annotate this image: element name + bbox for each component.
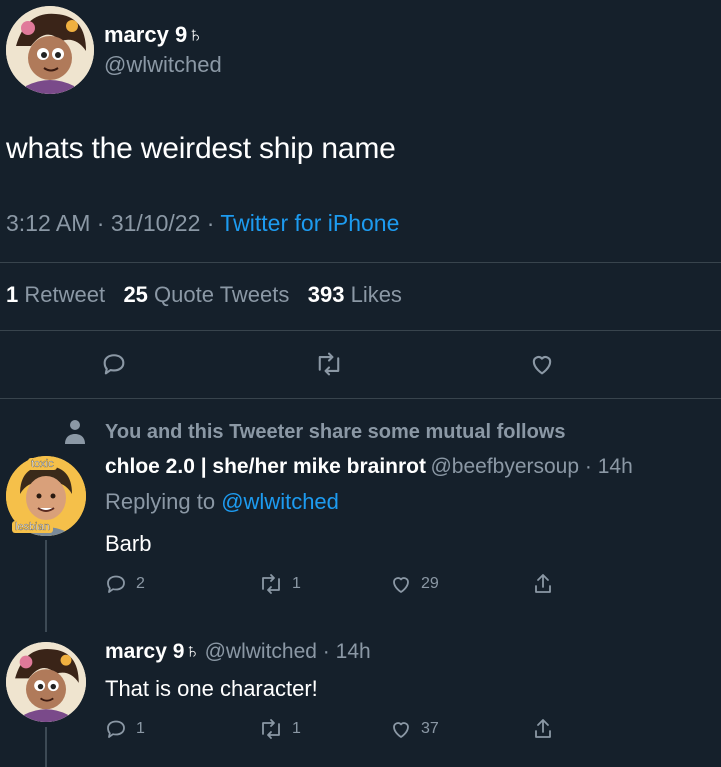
retweet-icon [262, 574, 280, 594]
avatar-label-bottom: lesbian [12, 521, 53, 533]
author-display-name[interactable]: marcy 9♄ [104, 22, 204, 48]
reply1-retweet-count: 1 [292, 575, 301, 592]
reply1-header: chloe 2.0 | she/her mike brainrot @beefb… [105, 455, 633, 479]
divider [0, 398, 721, 399]
author-avatar[interactable] [6, 6, 94, 94]
divider [0, 330, 721, 331]
meta-separator: · [206, 210, 221, 236]
author-handle[interactable]: @wlwitched [104, 52, 222, 78]
reply2-reply-count: 1 [136, 720, 145, 737]
reply1-display-name[interactable]: chloe 2.0 | she/her mike brainrot [105, 455, 426, 478]
tweet-meta: 3:12 AM · 31/10/22 · Twitter for iPhone [6, 210, 399, 237]
tweet-source[interactable]: Twitter for iPhone [220, 210, 399, 236]
reply1-reply-action[interactable]: 2 [104, 572, 145, 596]
reply2-reply-action[interactable]: 1 [104, 717, 145, 741]
reply1-time[interactable]: 14h [598, 455, 633, 478]
like-icon [393, 577, 409, 593]
reply2-display-name[interactable]: marcy 9♄ [105, 640, 200, 663]
reply1-retweet-action[interactable]: 1 [258, 572, 301, 596]
reply2-text: That is one character! [105, 676, 318, 701]
reply1-handle[interactable]: @beefbyersoup [430, 455, 579, 478]
replying-to-handle[interactable]: @wlwitched [221, 489, 339, 514]
reply2-avatar[interactable] [6, 642, 86, 722]
reply1-text: Barb [105, 531, 152, 556]
like-icon [393, 722, 409, 738]
quotes-label: Quote Tweets [154, 282, 290, 307]
mutual-follows-notice: You and this Tweeter share some mutual f… [105, 421, 566, 443]
reply2-handle[interactable]: @wlwitched [205, 640, 317, 663]
replying-to: Replying to @wlwitched [105, 489, 339, 515]
quotes-count: 25 [123, 282, 148, 307]
reply2-retweet-count: 1 [292, 720, 301, 737]
reply1-reply-count: 2 [136, 575, 145, 592]
thread-line [45, 727, 47, 767]
reply2-time[interactable]: 14h [336, 640, 371, 663]
thread-line [45, 540, 47, 632]
share-icon[interactable] [531, 717, 555, 746]
reply2-header: marcy 9♄ @wlwitched · 14h [105, 640, 371, 664]
divider [0, 262, 721, 263]
like-icon[interactable] [527, 350, 557, 378]
time-separator: · [316, 640, 336, 663]
reply-icon [107, 575, 125, 593]
reply-icon [107, 720, 125, 738]
replying-prefix: Replying to [105, 489, 216, 514]
meta-separator: · [96, 210, 111, 236]
likes-label: Likes [350, 282, 402, 307]
retweets-stat[interactable]: 1 Retweet [6, 282, 105, 307]
avatar-label-top: toxic [28, 458, 57, 470]
person-icon [64, 418, 86, 449]
quotes-stat[interactable]: 25 Quote Tweets [123, 282, 289, 307]
reply1-like-count: 29 [421, 575, 439, 592]
tweet-time[interactable]: 3:12 AM [6, 210, 90, 236]
reply1-like-action[interactable]: 29 [389, 572, 439, 596]
reply2-retweet-action[interactable]: 1 [258, 717, 301, 741]
tweet-stats: 1 Retweet 25 Quote Tweets 393 Likes [6, 282, 402, 308]
reply2-like-count: 37 [421, 720, 439, 737]
reply2-like-action[interactable]: 37 [389, 717, 439, 741]
tweet-text: whats the weirdest ship name [6, 132, 396, 165]
retweets-count: 1 [6, 282, 19, 307]
retweet-icon [262, 719, 280, 739]
likes-stat[interactable]: 393 Likes [308, 282, 402, 307]
likes-count: 393 [307, 282, 345, 307]
retweets-label: Retweet [24, 282, 106, 307]
tweet-date[interactable]: 31/10/22 [111, 210, 201, 236]
reply-icon[interactable] [100, 350, 128, 378]
retweet-icon[interactable] [314, 350, 344, 378]
share-icon[interactable] [531, 572, 555, 601]
time-separator: · [579, 455, 598, 478]
